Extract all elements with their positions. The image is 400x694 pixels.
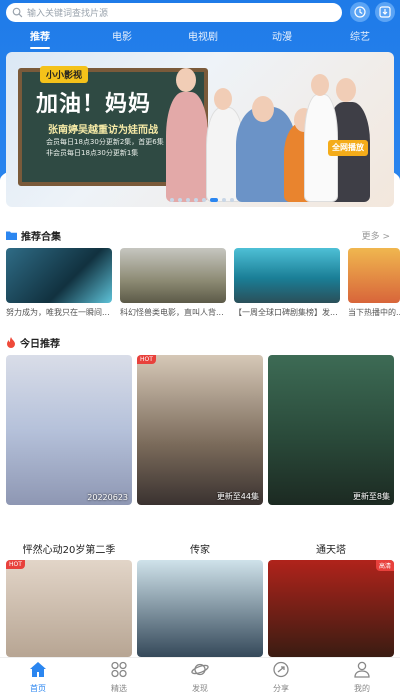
carousel-dots: [170, 198, 234, 202]
hot-badge: HOT: [137, 355, 156, 364]
nav-discover[interactable]: 发现: [180, 661, 220, 694]
video-card[interactable]: [137, 560, 263, 657]
nav-featured[interactable]: 精选: [99, 661, 139, 694]
banner-cast-image: [156, 62, 386, 202]
video-card[interactable]: 更新至8集: [268, 355, 394, 505]
banner-subtitle: 张南婷吴越重访为娃而战: [48, 125, 158, 136]
nav-profile[interactable]: 我的: [342, 661, 382, 694]
nav-home[interactable]: 首页: [18, 661, 58, 694]
collection-card[interactable]: [234, 248, 340, 303]
collection-caption: 当下热播中的...: [348, 308, 400, 317]
collection-caption: 努力成为，唯我只在一瞬间...: [6, 308, 110, 317]
tab-indicator: [30, 47, 50, 49]
nav-share[interactable]: 分享: [261, 661, 301, 694]
video-card[interactable]: 高清: [268, 560, 394, 657]
tab-tv[interactable]: 电视剧: [188, 28, 218, 43]
search-input[interactable]: 输入关键词查找片源: [6, 3, 342, 22]
banner-carousel[interactable]: 小小影视 加油！妈妈 张南婷吴越重访为娃而战 会员每日18点30分更新2集，首更…: [6, 52, 394, 207]
download-icon: [379, 6, 391, 18]
tab-anime[interactable]: 动漫: [272, 28, 292, 43]
search-placeholder: 输入关键词查找片源: [27, 9, 109, 19]
user-icon: [354, 661, 370, 678]
episode-label: 20220623: [87, 493, 128, 502]
collection-card[interactable]: [120, 248, 226, 303]
flame-icon: [7, 336, 15, 348]
video-card[interactable]: HOT 更新至44集: [137, 355, 263, 505]
collections-header: 推荐合集: [6, 227, 61, 243]
collection-caption: 科幻怪兽类电影，直叫人背...: [120, 308, 224, 317]
banner-tag: 小小影视: [40, 66, 89, 83]
collections-more-link[interactable]: 更多 >: [362, 229, 390, 242]
collection-card[interactable]: [6, 248, 112, 303]
home-icon: [30, 662, 46, 677]
clock-icon: [354, 6, 366, 18]
search-icon: [12, 7, 23, 18]
banner-title: 加油！妈妈: [36, 91, 152, 117]
folder-icon: [6, 231, 17, 240]
bottom-nav: 首页 精选 发现 分享 我的: [0, 657, 400, 693]
video-title: 通天塔: [316, 545, 346, 556]
tab-recommend[interactable]: 推荐: [30, 28, 50, 43]
share-icon: [273, 661, 289, 678]
video-card[interactable]: HOT: [6, 560, 132, 657]
download-button[interactable]: [375, 2, 395, 22]
video-title: 怦然心动20岁第二季: [22, 545, 116, 556]
collections-title: 推荐合集: [21, 231, 61, 243]
hot-badge: HOT: [6, 560, 25, 569]
today-title: 今日推荐: [20, 338, 60, 350]
today-header: 今日推荐: [6, 334, 60, 350]
tab-movie[interactable]: 电影: [112, 28, 132, 43]
episode-label: 更新至8集: [352, 492, 390, 501]
banner-line-2: 非会员每日18点30分更新1集: [46, 149, 139, 157]
tab-variety[interactable]: 综艺: [350, 28, 370, 43]
video-title: 传家: [190, 545, 210, 556]
planet-icon: [191, 663, 209, 676]
banner-line-1: 会员每日18点30分更新2集，首更6集: [46, 138, 164, 146]
collection-card[interactable]: [348, 248, 400, 303]
history-button[interactable]: [350, 2, 370, 22]
episode-label: 更新至44集: [216, 492, 259, 501]
category-tabs: 推荐 电影 电视剧 动漫 综艺: [0, 28, 400, 48]
hd-badge: 高清: [375, 560, 394, 571]
collection-caption: 【一周全球口碑剧集榜】发...: [234, 308, 338, 317]
banner-badge: 全网播放: [328, 140, 368, 156]
grid-icon: [111, 661, 127, 678]
video-card[interactable]: 20220623: [6, 355, 132, 505]
